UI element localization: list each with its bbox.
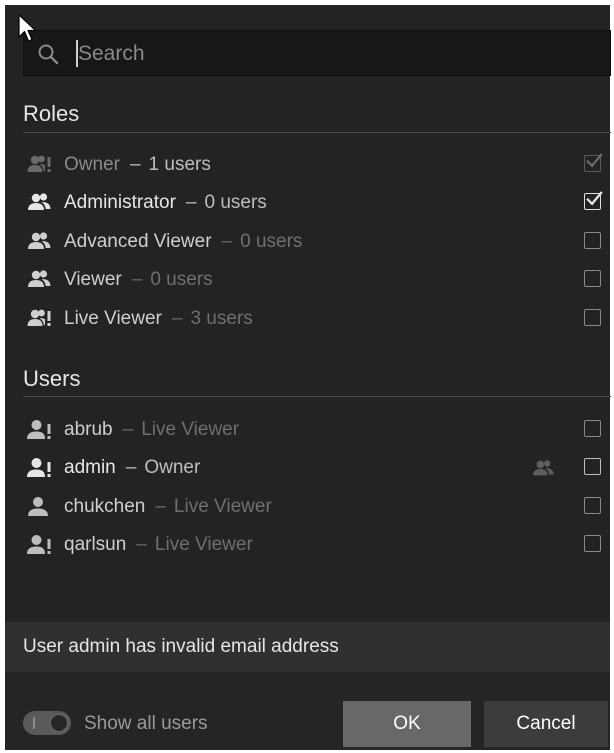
role-row-advanced-viewer[interactable]: Advanced Viewer –0 users	[23, 223, 611, 261]
users-section-title: Users	[23, 366, 81, 391]
users-divider	[23, 396, 611, 397]
role-user-count: 3 users	[190, 308, 253, 329]
search-box[interactable]	[23, 30, 611, 76]
role-name: Live Viewer	[64, 308, 162, 329]
user-name: abrub	[64, 419, 113, 440]
role-user-count: 0 users	[240, 231, 303, 252]
user-group-icon	[531, 459, 557, 479]
role-user-count: 0 users	[150, 269, 213, 290]
role-checkbox-viewer[interactable]	[584, 270, 601, 287]
user-name: chukchen	[64, 496, 146, 517]
user-separator: –	[136, 534, 147, 555]
user-role: Live Viewer	[154, 534, 253, 555]
checkmark-icon	[584, 190, 603, 209]
user-row-qarlsun[interactable]: qarlsun – Live Viewer	[23, 526, 611, 564]
user-group-alert-icon	[27, 308, 53, 330]
show-all-users-label[interactable]: Show all users	[84, 713, 208, 735]
role-checkbox-live-viewer[interactable]	[584, 309, 601, 326]
role-separator: –	[129, 154, 141, 175]
roles-divider	[23, 132, 611, 133]
status-bar: User admin has invalid email address	[5, 622, 610, 672]
user-separator: –	[155, 496, 166, 517]
user-row-chukchen[interactable]: chukchen – Live Viewer	[23, 488, 611, 526]
role-checkbox-administrator[interactable]	[584, 193, 601, 210]
role-row-owner[interactable]: Owner –1 users	[23, 146, 611, 184]
user-group-icon	[27, 269, 53, 291]
role-user-count: 1 users	[148, 154, 211, 175]
search-input[interactable]	[78, 39, 598, 69]
user-role: Live Viewer	[141, 419, 240, 440]
user-role: Owner	[144, 457, 201, 478]
dialog-footer: Show all users OK Cancel	[5, 672, 610, 750]
user-separator: –	[125, 457, 137, 478]
user-checkbox-qarlsun[interactable]	[584, 535, 601, 552]
role-separator: –	[221, 231, 233, 252]
show-all-users-toggle[interactable]	[23, 711, 71, 735]
user-alert-icon	[27, 534, 53, 556]
role-name: Viewer	[64, 269, 122, 290]
role-name: Administrator	[64, 192, 176, 213]
role-row-administrator[interactable]: Administrator –0 users	[23, 184, 611, 222]
user-group-icon	[27, 231, 53, 253]
user-role: Live Viewer	[173, 496, 272, 517]
user-name: admin	[64, 457, 116, 478]
user-row-admin[interactable]: admin – Owner	[23, 449, 611, 487]
toggle-knob	[50, 714, 68, 732]
user-group-icon	[27, 192, 53, 214]
user-row-abrub[interactable]: abrub – Live Viewer	[23, 411, 611, 449]
user-checkbox-chukchen[interactable]	[584, 497, 601, 514]
user-icon	[27, 496, 53, 518]
user-alert-icon	[27, 457, 53, 479]
user-separator: –	[122, 419, 134, 440]
role-user-count: 0 users	[204, 192, 267, 213]
user-name: qarlsun	[64, 534, 127, 555]
role-checkbox-advanced-viewer[interactable]	[584, 232, 601, 249]
mouse-cursor-icon	[18, 14, 37, 42]
role-row-viewer[interactable]: Viewer –0 users	[23, 261, 611, 299]
cancel-button[interactable]: Cancel	[484, 701, 608, 747]
user-group-alert-icon	[27, 154, 53, 176]
user-checkbox-abrub[interactable]	[584, 420, 601, 437]
status-message: User admin has invalid email address	[23, 636, 339, 657]
role-name: Owner	[64, 154, 120, 175]
ok-button[interactable]: OK	[343, 701, 471, 747]
user-alert-icon	[27, 419, 53, 441]
role-row-live-viewer[interactable]: Live Viewer –3 users	[23, 300, 611, 338]
role-separator: –	[171, 308, 183, 329]
checkmark-icon	[584, 152, 603, 171]
role-separator: –	[185, 192, 197, 213]
search-icon	[38, 44, 59, 65]
roles-section-title: Roles	[23, 101, 80, 126]
role-separator: –	[131, 269, 143, 290]
role-checkbox-owner[interactable]	[584, 155, 601, 172]
user-checkbox-admin[interactable]	[584, 458, 601, 475]
toggle-on-mark	[33, 717, 35, 729]
role-name: Advanced Viewer	[64, 231, 212, 252]
